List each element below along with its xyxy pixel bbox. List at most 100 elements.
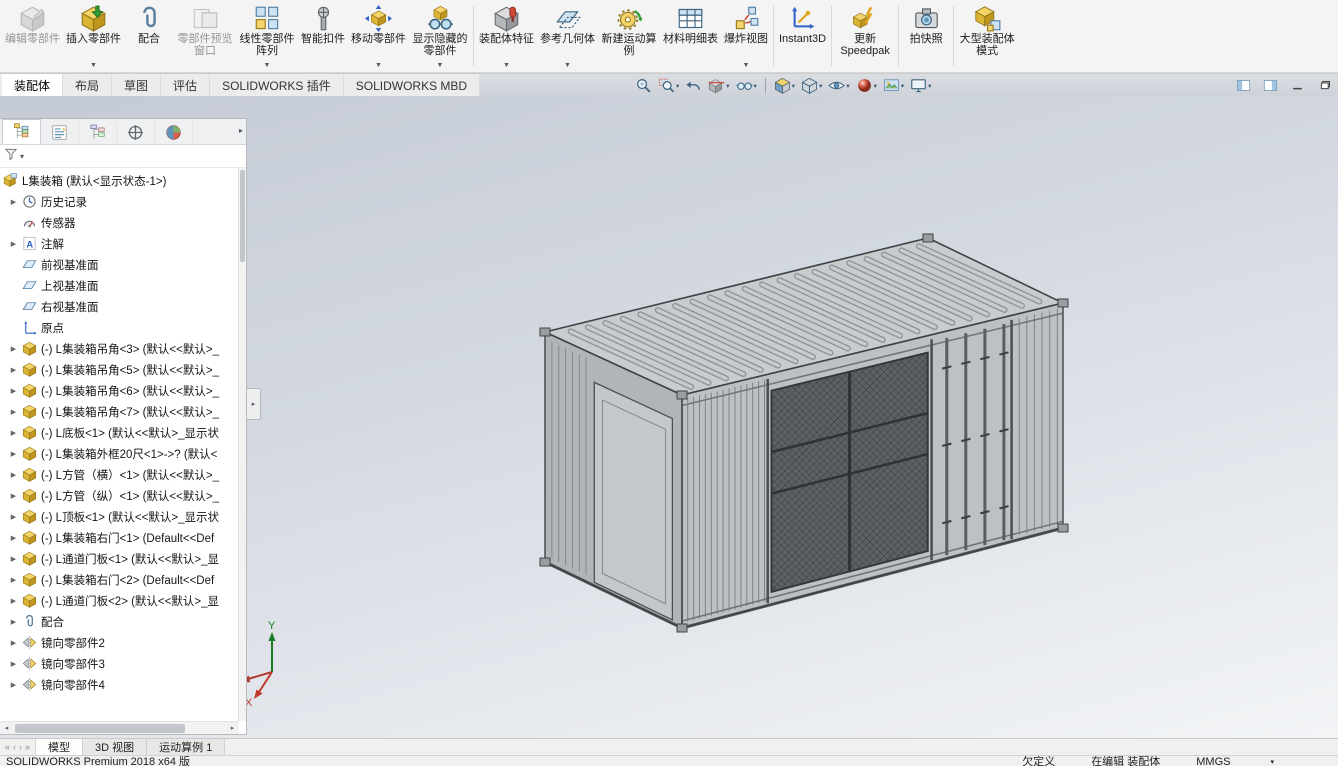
expand-arrow-icon[interactable]: ▶: [6, 681, 21, 689]
expand-arrow-icon[interactable]: ▶: [6, 429, 21, 437]
tree-item[interactable]: 右视基准面: [0, 296, 239, 317]
tree-item[interactable]: ▶ (-) L方管（纵）<1> (默认<<默认>_: [0, 485, 239, 506]
dropdown-arrow-icon[interactable]: ▾: [1270, 756, 1274, 766]
tree-item[interactable]: 前视基准面: [0, 254, 239, 275]
ribbon-button-large-assembly[interactable]: 大型装配体模式: [956, 0, 1018, 72]
tree-item[interactable]: ▶ (-) L集装箱右门<2> (Default<<Def: [0, 569, 239, 590]
ribbon-tab-5[interactable]: SOLIDWORKS MBD: [344, 74, 481, 97]
expand-arrow-icon[interactable]: ▶: [6, 198, 21, 206]
expand-arrow-icon[interactable]: ▶: [6, 471, 21, 479]
tree-item[interactable]: ▶ (-) L集装箱吊角<7> (默认<<默认>_: [0, 401, 239, 422]
tree-item[interactable]: ▶ (-) L通道门板<2> (默认<<默认>_显: [0, 590, 239, 611]
ribbon-button-instant3d[interactable]: Instant3D: [776, 0, 829, 72]
panel-tab-property-manager[interactable]: [41, 121, 79, 144]
expand-arrow-icon[interactable]: ▶: [6, 555, 21, 563]
tree-item[interactable]: ▶ (-) L集装箱右门<1> (Default<<Def: [0, 527, 239, 548]
panel-tab-dimxpert[interactable]: [117, 121, 155, 144]
tree-item[interactable]: 原点: [0, 317, 239, 338]
panel-tab-configuration[interactable]: [79, 121, 117, 144]
document-tab-1[interactable]: 3D 视图: [83, 739, 148, 755]
viewtool-zoom-area[interactable]: ▾: [655, 75, 682, 96]
tree-horizontal-scrollbar[interactable]: ◂ ▸: [0, 721, 239, 734]
expand-arrow-icon[interactable]: ▶: [6, 387, 21, 395]
ribbon-button-insert-component[interactable]: 插入零部件 ▼: [63, 0, 124, 72]
dropdown-arrow-icon[interactable]: ▾: [792, 82, 795, 90]
tree-item[interactable]: ▶ 镜向零部件2: [0, 632, 239, 653]
dropdown-arrow-icon[interactable]: ▼: [264, 62, 271, 70]
minimize-button[interactable]: [1290, 78, 1305, 93]
ribbon-tab-2[interactable]: 草图: [112, 74, 162, 97]
expand-arrow-icon[interactable]: ▶: [6, 450, 21, 458]
dropdown-arrow-icon[interactable]: ▾: [819, 82, 822, 90]
tree-item[interactable]: ▶ 镜向零部件3: [0, 653, 239, 674]
ribbon-tab-3[interactable]: 评估: [161, 74, 211, 97]
expand-arrow-icon[interactable]: ▶: [6, 366, 21, 374]
ribbon-button-reference-geometry[interactable]: 参考几何体 ▼: [537, 0, 598, 72]
ribbon-button-mate[interactable]: 配合: [124, 0, 174, 72]
ribbon-button-exploded-view[interactable]: 爆炸视图 ▼: [721, 0, 771, 72]
tab-nav-arrow[interactable]: ‹: [13, 742, 16, 752]
viewtool-view-orientation[interactable]: ▾: [771, 75, 798, 96]
scroll-right-arrow[interactable]: ▸: [226, 724, 239, 732]
scroll-left-arrow[interactable]: ◂: [0, 724, 13, 732]
dropdown-arrow-icon[interactable]: ▾: [901, 82, 904, 90]
tab-nav-arrow[interactable]: »: [25, 742, 30, 752]
scrollbar-thumb[interactable]: [240, 170, 245, 262]
expand-arrow-icon[interactable]: ▶: [6, 639, 21, 647]
tree-item[interactable]: ▶ (-) L集装箱吊角<6> (默认<<默认>_: [0, 380, 239, 401]
ribbon-button-motion-study[interactable]: 新建运动算例: [598, 0, 660, 72]
viewtool-previous-view[interactable]: [682, 75, 705, 96]
expand-arrow-icon[interactable]: ▶: [6, 408, 21, 416]
dropdown-arrow-icon[interactable]: ▼: [564, 62, 571, 70]
expand-arrow-icon[interactable]: ▶: [6, 660, 21, 668]
viewtool-zoom-fit[interactable]: [632, 75, 655, 96]
tree-item[interactable]: ▶ 历史记录: [0, 191, 239, 212]
panel-tab-overflow-arrow[interactable]: ▸: [239, 126, 243, 135]
tree-item[interactable]: ▶ A 注解: [0, 233, 239, 254]
scroll-track[interactable]: [13, 723, 226, 733]
document-tab-2[interactable]: 运动算例 1: [147, 739, 226, 755]
panel-splitter-button[interactable]: ▸: [247, 388, 261, 420]
viewtool-hide-show-items[interactable]: ▾: [825, 75, 852, 96]
dropdown-arrow-icon[interactable]: ▾: [754, 82, 757, 90]
panel-tab-display-manager[interactable]: [155, 121, 193, 144]
tree-item[interactable]: ▶ (-) L集装箱吊角<5> (默认<<默认>_: [0, 359, 239, 380]
tree-item[interactable]: ▶ (-) L顶板<1> (默认<<默认>_显示状: [0, 506, 239, 527]
panel-tab-feature-tree[interactable]: [2, 119, 41, 144]
dropdown-arrow-icon[interactable]: ▾: [874, 82, 877, 90]
tree-item[interactable]: ▶ (-) L集装箱吊角<3> (默认<<默认>_: [0, 338, 239, 359]
ribbon-tab-0[interactable]: 装配体: [2, 74, 64, 97]
tree-item[interactable]: ▶ (-) L方管（横）<1> (默认<<默认>_: [0, 464, 239, 485]
tab-nav-arrow[interactable]: ›: [19, 742, 22, 752]
dropdown-arrow-icon[interactable]: ▼: [437, 62, 444, 70]
ribbon-tab-4[interactable]: SOLIDWORKS 插件: [210, 74, 344, 97]
ribbon-button-update-speedpak[interactable]: 更新Speedpak: [834, 0, 896, 72]
ribbon-button-assembly-features[interactable]: 装配体特征 ▼: [476, 0, 537, 72]
scrollbar-thumb[interactable]: [15, 723, 186, 733]
dropdown-arrow-icon[interactable]: ▾: [676, 82, 679, 90]
tree-item[interactable]: ▶ 配合: [0, 611, 239, 632]
filter-icon[interactable]: [4, 147, 18, 166]
pane-right-button[interactable]: [1263, 78, 1278, 93]
viewtool-apply-scene[interactable]: ▾: [880, 75, 907, 96]
tree-vertical-scrollbar[interactable]: [238, 168, 246, 721]
tree-item[interactable]: ▶ 镜向零部件4: [0, 674, 239, 695]
dropdown-arrow-icon[interactable]: ▼: [503, 62, 510, 70]
viewtool-edit-appearance[interactable]: ▾: [853, 75, 880, 96]
ribbon-button-component-preview[interactable]: 零部件预览窗口: [174, 0, 236, 72]
dropdown-arrow-icon[interactable]: ▼: [743, 62, 750, 70]
tree-item[interactable]: ▶ (-) L集装箱外框20尺<1>->? (默认<: [0, 443, 239, 464]
dropdown-arrow-icon[interactable]: ▾: [726, 82, 729, 90]
restore-button[interactable]: [1317, 78, 1332, 93]
dropdown-arrow-icon[interactable]: ▾: [928, 82, 931, 90]
expand-arrow-icon[interactable]: ▶: [6, 597, 21, 605]
tree-root-item[interactable]: L集装箱 (默认<显示状态-1>): [0, 170, 239, 191]
dropdown-arrow-icon[interactable]: ▾: [846, 82, 849, 90]
viewtool-annotation-view[interactable]: ▾: [733, 75, 760, 96]
ribbon-button-bom[interactable]: 材料明细表: [660, 0, 721, 72]
ribbon-button-smart-fasteners[interactable]: 智能扣件: [298, 0, 348, 72]
dropdown-arrow-icon[interactable]: ▼: [375, 62, 382, 70]
expand-arrow-icon[interactable]: ▶: [6, 576, 21, 584]
pane-left-button[interactable]: [1236, 78, 1251, 93]
expand-arrow-icon[interactable]: ▶: [6, 240, 21, 248]
